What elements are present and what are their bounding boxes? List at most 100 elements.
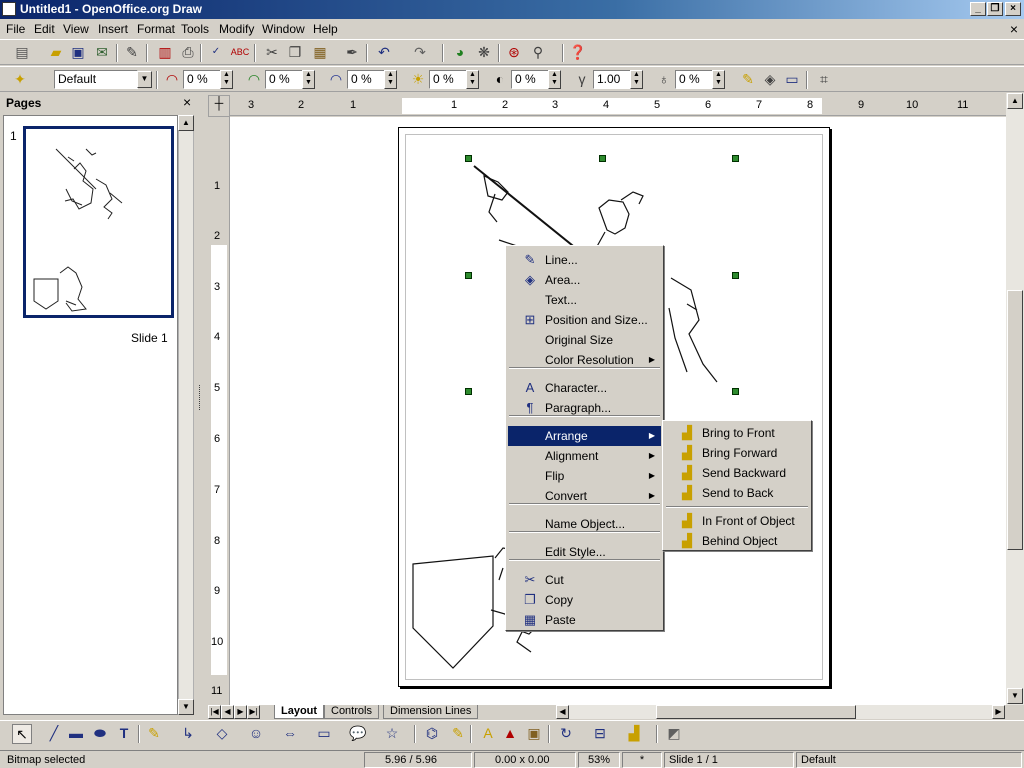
rotate-icon[interactable]: ↻ (556, 724, 576, 742)
new-document-icon[interactable]: ▤ (12, 43, 32, 61)
extrusion-icon[interactable]: ◩ (664, 724, 684, 742)
selection-handle[interactable] (465, 388, 472, 395)
menu-insert[interactable]: Insert (98, 22, 128, 36)
menu-item-line[interactable]: ✎ Line... (508, 250, 661, 270)
submenu-item-send-to-back[interactable]: ▟ Send to Back (665, 483, 809, 503)
alignment-icon[interactable]: ⊟ (590, 724, 610, 742)
line-tool-icon[interactable]: ✎ (738, 70, 758, 88)
stars-icon[interactable]: ☆ (382, 724, 402, 742)
select-tool-icon[interactable]: ↖ (12, 724, 32, 744)
brightness-spinner[interactable]: ▲ ▼ (466, 70, 479, 89)
submenu-item-bring-forward[interactable]: ▟ Bring Forward (665, 443, 809, 463)
blue-field[interactable]: 0 % (347, 70, 385, 89)
contrast-field[interactable]: 0 % (511, 70, 549, 89)
menu-view[interactable]: View (63, 22, 89, 36)
tab-layout[interactable]: Layout (274, 705, 325, 719)
chart-icon[interactable]: ◕ (450, 43, 470, 61)
selection-handle[interactable] (465, 272, 472, 279)
contrast-spinner[interactable]: ▲ ▼ (548, 70, 561, 89)
slide-thumbnail[interactable] (23, 126, 174, 318)
text-tool-icon[interactable]: T (114, 724, 134, 742)
menu-item-original-size[interactable]: Original Size (508, 330, 661, 350)
menu-edit[interactable]: Edit (34, 22, 55, 36)
line-draw-icon[interactable]: ╱ (44, 724, 64, 742)
copy-toolbar-icon[interactable]: ❐ (285, 43, 305, 61)
first-tab-icon[interactable]: |◀ (208, 705, 221, 719)
rectangle-icon[interactable]: ▬ (66, 724, 86, 742)
cut-toolbar-icon[interactable]: ✂ (262, 43, 282, 61)
menu-tools[interactable]: Tools (181, 22, 209, 36)
connector-icon[interactable]: ↳ (178, 724, 198, 742)
area-tool-icon[interactable]: ◈ (760, 70, 780, 88)
selection-handle[interactable] (465, 155, 472, 162)
menu-format[interactable]: Format (137, 22, 175, 36)
menu-item-area[interactable]: ◈ Area... (508, 270, 661, 290)
style-dropdown-button[interactable]: ▼ (137, 71, 152, 88)
maximize-button[interactable]: ❐ (987, 2, 1003, 16)
curve-icon[interactable]: ✎ (144, 724, 164, 742)
redo-icon[interactable]: ↷ (410, 43, 430, 61)
undo-icon[interactable]: ↶ (374, 43, 394, 61)
help-icon[interactable]: ❓ (568, 43, 588, 61)
scroll-up-icon[interactable]: ▲ (1007, 93, 1023, 109)
menu-item-character[interactable]: A Character... (508, 378, 661, 398)
pages-panel-close-icon[interactable]: × (183, 94, 191, 110)
pages-scroll-down-icon[interactable]: ▼ (178, 699, 194, 715)
menu-item-paste[interactable]: ▦ Paste (508, 610, 661, 630)
canvas-horizontal-scrollbar[interactable]: ◀ ▶ (556, 705, 1005, 719)
menu-item-arrange[interactable]: Arrange ▶ (508, 426, 661, 446)
red-field[interactable]: 0 % (183, 70, 221, 89)
hyperlink-icon[interactable]: ❋ (474, 43, 494, 61)
menu-item-position-and-size[interactable]: ⊞ Position and Size... (508, 310, 661, 330)
ellipse-icon[interactable]: ⬬ (90, 724, 110, 742)
print-icon[interactable]: ⎙ (178, 43, 198, 61)
selection-handle[interactable] (732, 388, 739, 395)
horizontal-ruler[interactable]: 3 2 1 1 2 3 4 5 6 7 8 9 10 11 (230, 96, 1006, 116)
vertical-ruler[interactable]: 1 2 3 4 5 6 7 8 9 10 11 (208, 117, 230, 705)
export-pdf-icon[interactable]: ▥ (155, 43, 175, 61)
brightness-field[interactable]: 0 % (429, 70, 467, 89)
ruler-corner[interactable]: ┼ (208, 95, 230, 117)
gallery-icon[interactable]: ▣ (524, 724, 544, 742)
transparency-field[interactable]: 0 % (675, 70, 713, 89)
effects-icon[interactable]: ✦ (10, 70, 30, 88)
shadow-icon[interactable]: ▭ (782, 70, 802, 88)
document-close-icon[interactable]: × (1010, 21, 1018, 37)
edit-file-icon[interactable]: ✎ (122, 43, 142, 61)
style-select[interactable]: Default (54, 70, 138, 89)
menu-modify[interactable]: Modify (219, 22, 254, 36)
email-icon[interactable]: ✉ (92, 43, 112, 61)
zoom-icon[interactable]: ⚲ (528, 43, 548, 61)
spellcheck-icon[interactable]: ✓ (206, 43, 226, 61)
prev-tab-icon[interactable]: ◀ (221, 705, 234, 719)
transparency-spinner[interactable]: ▲ ▼ (712, 70, 725, 89)
menu-item-flip[interactable]: Flip ▶ (508, 466, 661, 486)
menu-window[interactable]: Window (262, 22, 305, 36)
status-zoom[interactable]: 53% (578, 752, 620, 768)
last-tab-icon[interactable]: ▶| (247, 705, 260, 719)
save-icon[interactable]: ▣ (68, 43, 88, 61)
glue-points-icon[interactable]: ✎ (448, 724, 468, 742)
submenu-item-behind-object[interactable]: ▟ Behind Object (665, 531, 809, 551)
paste-toolbar-icon[interactable]: ▦ (310, 43, 330, 61)
green-field[interactable]: 0 % (265, 70, 303, 89)
submenu-item-in-front-of-object[interactable]: ▟ In Front of Object (665, 511, 809, 531)
red-spinner[interactable]: ▲ ▼ (220, 70, 233, 89)
selection-handle[interactable] (732, 272, 739, 279)
close-button[interactable]: × (1005, 2, 1021, 16)
menu-item-alignment[interactable]: Alignment ▶ (508, 446, 661, 466)
arrange-icon[interactable]: ▟ (624, 724, 644, 742)
tab-controls[interactable]: Controls (324, 705, 379, 719)
pages-scroll-up-icon[interactable]: ▲ (178, 115, 194, 131)
menu-item-text[interactable]: Text... (508, 290, 661, 310)
minimize-button[interactable]: _ (970, 2, 986, 16)
navigator-icon[interactable]: ⊛ (504, 43, 524, 61)
next-tab-icon[interactable]: ▶ (234, 705, 247, 719)
fontwork-icon[interactable]: A (478, 724, 498, 742)
submenu-item-bring-to-front[interactable]: ▟ Bring to Front (665, 423, 809, 443)
autospellcheck-icon[interactable]: ABC (230, 43, 250, 61)
gamma-field[interactable]: 1.00 (593, 70, 631, 89)
canvas-scroll-thumb[interactable] (1007, 290, 1023, 550)
symbol-shapes-icon[interactable]: ☺ (246, 724, 266, 742)
pages-scrollbar[interactable]: ▲ ▼ (178, 115, 194, 715)
